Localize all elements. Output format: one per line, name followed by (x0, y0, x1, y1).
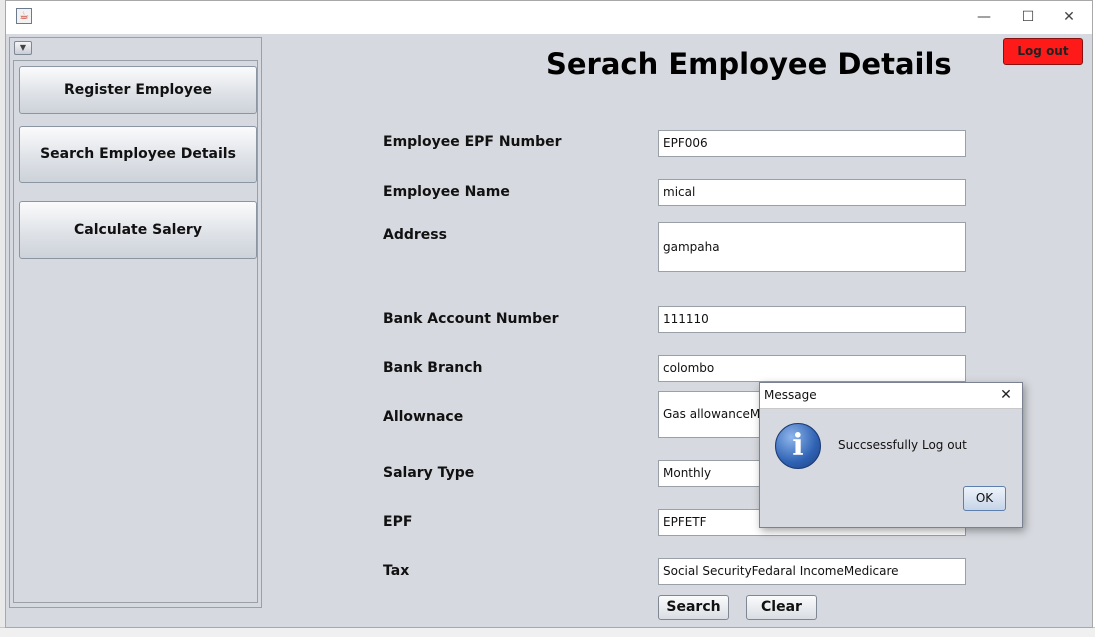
message-dialog: Message ✕ i Succsessfully Log out OK (759, 382, 1023, 528)
employee-name-label: Employee Name (383, 184, 510, 200)
bank-branch-label: Bank Branch (383, 360, 483, 376)
maximize-button[interactable]: ☐ (1008, 5, 1048, 29)
background-window-edge-bottom (0, 627, 1095, 637)
dialog-close-button[interactable]: ✕ (996, 385, 1016, 405)
employee-name-field[interactable]: mical (658, 179, 966, 206)
clear-button[interactable]: Clear (746, 595, 817, 620)
bank-account-number-label: Bank Account Number (383, 311, 559, 327)
page-title: Serach Employee Details (546, 47, 952, 81)
search-employee-details-button[interactable]: Search Employee Details (19, 126, 257, 183)
dialog-title: Message (764, 388, 817, 402)
dialog-message: Succsessfully Log out (838, 438, 967, 452)
allowance-label: Allownace (383, 409, 464, 425)
main-panel: ▼ Register Employee Search Employee Deta… (6, 34, 1092, 627)
search-button[interactable]: Search (658, 595, 729, 620)
address-field[interactable]: gampaha (658, 222, 966, 272)
sidebar-menu: Register Employee Search Employee Detail… (13, 60, 258, 603)
salary-type-label: Salary Type (383, 465, 475, 481)
info-icon: i (775, 423, 821, 469)
app-window: ☕ — ☐ ✕ ▼ Register Employee Search Emplo… (5, 0, 1093, 628)
minimize-button[interactable]: — (964, 5, 1004, 29)
sidebar-collapse-button[interactable]: ▼ (14, 41, 32, 55)
tax-field[interactable]: Social SecurityFedaral IncomeMedicare (658, 558, 966, 585)
ok-button[interactable]: OK (963, 486, 1006, 511)
tax-label: Tax (383, 563, 410, 579)
address-label: Address (383, 227, 447, 243)
epf-number-label: Employee EPF Number (383, 134, 562, 150)
calculate-salary-button[interactable]: Calculate Salery (19, 201, 257, 259)
close-button[interactable]: ✕ (1049, 5, 1089, 29)
bank-account-number-field[interactable]: 111110 (658, 306, 966, 333)
logout-button[interactable]: Log out (1003, 38, 1083, 65)
sidebar: ▼ Register Employee Search Employee Deta… (9, 37, 262, 608)
dialog-title-bar[interactable]: Message ✕ (760, 383, 1022, 409)
epf-label: EPF (383, 514, 413, 530)
register-employee-button[interactable]: Register Employee (19, 66, 257, 114)
java-app-icon: ☕ (16, 8, 32, 24)
epf-number-field[interactable]: EPF006 (658, 130, 966, 157)
bank-branch-field[interactable]: colombo (658, 355, 966, 382)
title-bar[interactable]: ☕ — ☐ ✕ (6, 1, 1092, 34)
